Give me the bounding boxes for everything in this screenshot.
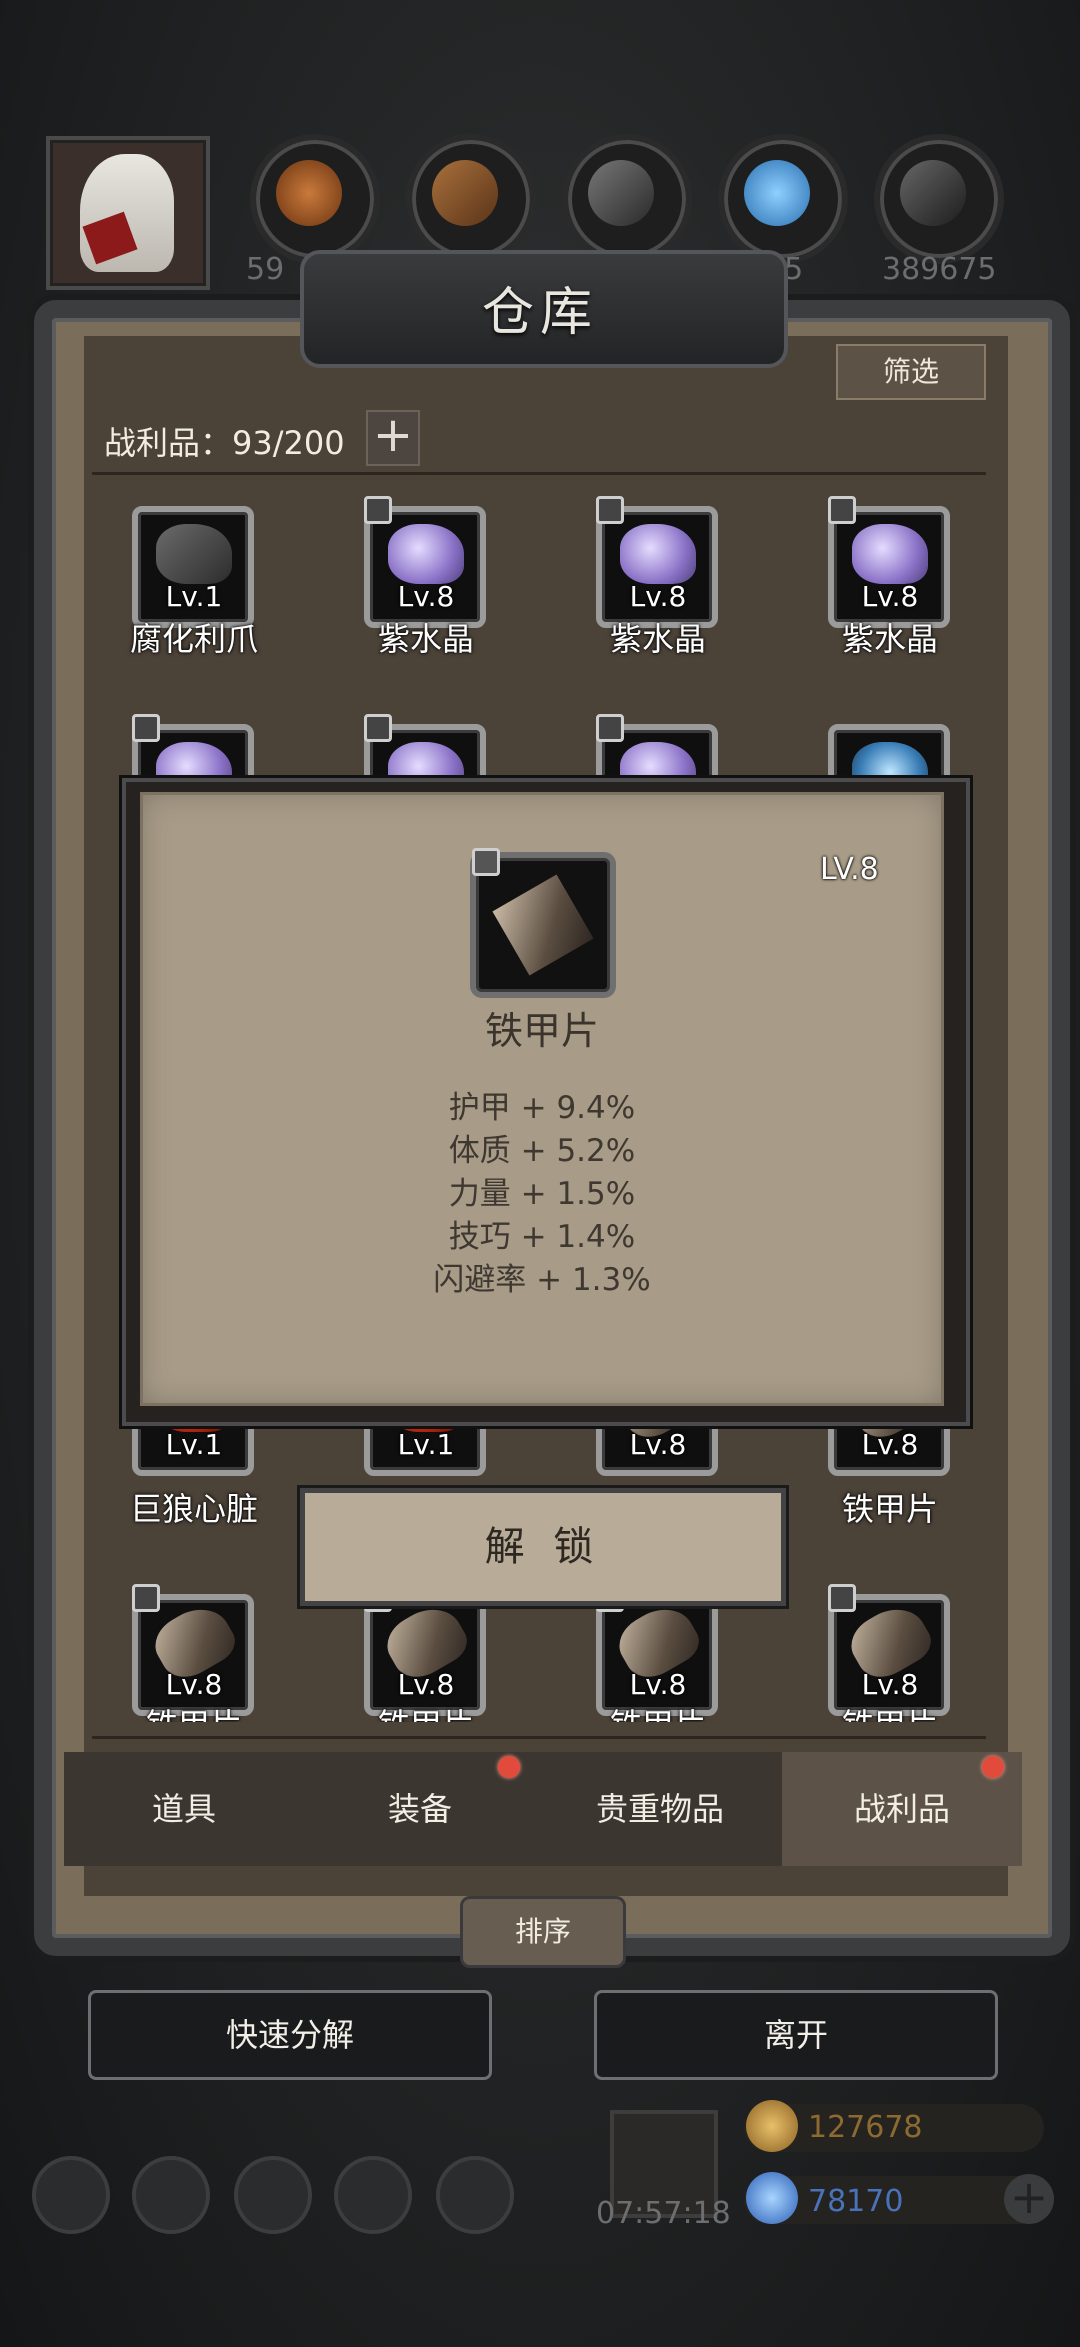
tooltip-stat: 体质 + 5.2% [448,1133,636,1169]
claw-icon [156,524,232,584]
item-name: 铁甲片 [326,1700,526,1722]
page-title: 仓库 [481,283,598,343]
notification-badge [498,1756,520,1778]
item-name: 铁甲片 [94,1700,294,1722]
item-name: 铁甲片 [790,1700,990,1722]
lock-icon [596,714,624,742]
inventory-slot[interactable]: Lv.8 [364,496,488,630]
lock-icon [132,1584,160,1612]
inventory-slot[interactable]: Lv.1 [132,506,256,630]
achievement-icon[interactable] [132,2156,210,2234]
divider [92,1736,986,1739]
item-name: 紫水晶 [377,620,474,658]
unlock-button[interactable]: 解 锁 [300,1488,786,1606]
gold-amount: 127678 [808,2110,923,2145]
inventory-slot[interactable]: Lv.8 [596,496,720,630]
iron-plate-icon [492,874,594,976]
tooltip-stat: 闪避率 + 1.3% [433,1262,651,1298]
amethyst-icon [388,524,464,584]
steel-icon [900,160,966,226]
resource-crystal[interactable] [718,134,848,264]
handshake-icon[interactable] [436,2156,514,2234]
item-name: 铁甲片 [558,1700,758,1722]
lock-icon [472,848,500,876]
tooltip-level: LV.8 [820,852,879,887]
tooltip-stat: 力量 + 1.5% [448,1176,636,1212]
gem-amount: 78170 [808,2184,904,2219]
item-name: 巨狼心脏 [129,1490,258,1528]
resource-leather[interactable] [250,134,380,264]
tooltip-item-name: 铁甲片 [484,1009,599,1053]
lock-icon [828,1584,856,1612]
item-name: 紫水晶 [609,620,706,658]
item-name: 紫水晶 [841,620,938,658]
resource-steel[interactable] [874,134,1004,264]
shop-icon[interactable] [234,2156,312,2234]
divider [92,472,986,475]
leave-button[interactable]: 离开 [594,1990,998,2080]
mail-icon[interactable] [334,2156,412,2234]
resource-value: 59 [246,252,285,287]
tooltip-stat: 技巧 + 1.4% [448,1219,636,1255]
filter-button[interactable]: 筛选 [836,344,986,400]
tab-valuables[interactable]: 贵重物品 [540,1752,780,1866]
add-currency-button[interactable]: + [1004,2174,1054,2224]
quick-decompose-button[interactable]: 快速分解 [88,1990,492,2080]
tooltip-stat: 护甲 + 9.4% [448,1090,636,1126]
crystal-icon [744,160,810,226]
wood-icon [432,160,498,226]
gold-coin-icon [746,2100,798,2152]
lock-icon [828,496,856,524]
resource-iron[interactable] [562,134,692,264]
gem-icon [746,2172,798,2224]
amethyst-icon [620,524,696,584]
item-name: 铁甲片 [841,1490,938,1528]
lock-icon [364,496,392,524]
resource-wood[interactable] [406,134,536,264]
tab-items[interactable]: 道具 [64,1752,304,1866]
amethyst-icon [852,524,928,584]
notification-badge [982,1756,1004,1778]
lock-icon [364,714,392,742]
sort-button[interactable]: 排序 [460,1896,626,1968]
resource-value: 389675 [882,252,997,287]
lock-icon [132,714,160,742]
inventory-count: 战利品：93/200 [104,424,345,462]
expand-capacity-button[interactable]: + [366,410,420,466]
inventory-slot[interactable]: Lv.8 [828,496,952,630]
settings-icon[interactable] [32,2156,110,2234]
item-name: 腐化利爪 [129,620,258,658]
leather-icon [276,160,342,226]
gift-timer: 07:57:18 [596,2196,731,2231]
horse-portrait[interactable] [46,136,210,290]
iron-ingot-icon [588,160,654,226]
lock-icon [596,496,624,524]
